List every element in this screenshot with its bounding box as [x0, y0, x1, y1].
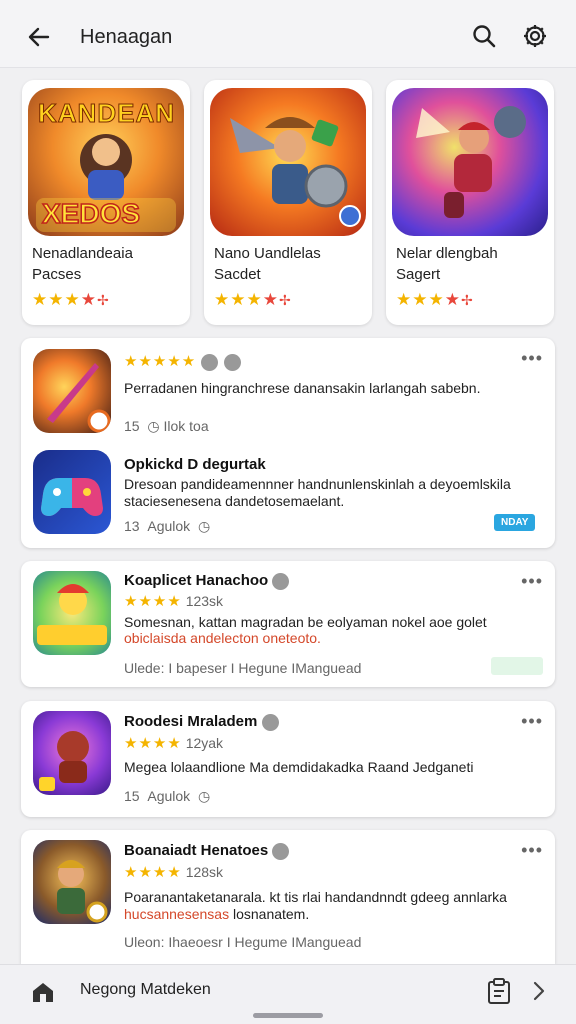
item-meta: Ulede: I bapeser I Hegune IManguead [124, 660, 362, 676]
more-options-icon[interactable]: ••• [521, 571, 543, 592]
game-thumbnail [33, 450, 111, 534]
featured-subtitle: Sacdet [214, 266, 261, 283]
clipboard-icon[interactable] [486, 977, 512, 1005]
clock-icon: ◷ [147, 418, 160, 434]
gear-icon[interactable] [521, 22, 549, 50]
game-thumbnail [33, 711, 111, 795]
more-options-icon[interactable]: ••• [521, 840, 543, 861]
rating-stars: ★★★★★ [124, 352, 241, 371]
item-rating: ★★★★ 12yak [124, 735, 224, 752]
item-description-2: staciesenesena dandetosemaelant. [124, 493, 345, 509]
list-card-2[interactable]: Koaplicet Hanachoo ★★★★ 123sk ••• Somesn… [21, 561, 555, 687]
list-card-3[interactable]: Roodesi Mraladem ★★★★ 12yak ••• Megea lo… [21, 701, 555, 817]
game-thumbnail [33, 349, 111, 433]
status-tag: NDAY [494, 514, 536, 531]
more-options-icon[interactable]: ••• [521, 711, 543, 732]
item-title: Koaplicet Hanachoo [124, 572, 290, 590]
item-meta: 15 ◷ Ilok toa [124, 418, 209, 434]
featured-title: Nenadlandeaia [32, 245, 133, 262]
featured-title: Nano Uandlelas [214, 245, 321, 262]
featured-game-art [210, 88, 366, 236]
back-arrow-icon[interactable] [24, 22, 54, 52]
featured-game-art [392, 88, 548, 236]
verified-badge-icon [261, 713, 279, 731]
verified-badge-icon [201, 353, 219, 371]
item-description: Somesnan, kattan magradan be eolyaman no… [124, 614, 487, 630]
item-description: Dresoan pandideamennner handnunlenskinla… [124, 476, 511, 492]
game-thumbnail [33, 571, 111, 655]
featured-card-1[interactable]: KANDEAN XEDOS Nenadlandeaia Pacses ★★★★✢ [22, 80, 190, 325]
item-description-2: hucsannesensas losnanatem. [124, 906, 310, 922]
verified-badge-icon [272, 842, 290, 860]
chevron-right-icon[interactable] [528, 977, 550, 1005]
status-pill [491, 657, 543, 675]
item-meta: 13 Agulok ◷ [124, 518, 211, 534]
verified-badge-icon [272, 572, 290, 590]
item-meta: Uleon: Ihaeoesr I Hegume IManguead [124, 934, 362, 950]
timer-icon: ◷ [197, 518, 211, 534]
featured-card-2[interactable]: Nano Uandlelas Sacdet ★★★★✢ [204, 80, 372, 325]
featured-rating-stars: ★★★★✢ [32, 290, 110, 309]
featured-game-art: KANDEAN XEDOS [28, 88, 184, 236]
art-title-text: KANDEAN [38, 98, 175, 129]
item-title: Opkickd D degurtak [124, 456, 266, 473]
featured-subtitle: Pacses [32, 266, 82, 283]
game-thumbnail [33, 840, 111, 924]
item-rating: ★★★★ 123sk [124, 593, 224, 610]
gesture-home-indicator[interactable] [253, 1013, 323, 1018]
featured-card-3[interactable]: Nelar dlengbah Sagert ★★★★✢ [386, 80, 554, 325]
verified-badge-icon [223, 353, 241, 371]
timer-icon: ◷ [197, 788, 211, 804]
featured-subtitle: Sagert [396, 266, 441, 283]
search-icon[interactable] [470, 22, 498, 50]
art-subtitle-text: XEDOS [41, 197, 141, 230]
item-title: Roodesi Mraladem [124, 713, 279, 731]
page-title: Henaagan [80, 26, 173, 48]
featured-title: Nelar dlengbah [396, 245, 498, 262]
featured-rating-stars: ★★★★✢ [396, 290, 474, 309]
app-bar: Henaagan [0, 0, 576, 68]
item-title: Boanaiadt Henatoes [124, 842, 290, 860]
list-card-4[interactable]: Boanaiadt Henatoes ★★★★ 128sk ••• Poaran… [21, 830, 555, 964]
item-description: Poaranantaketanarala. kt tis rlai handan… [124, 889, 507, 905]
item-rating: ★★★★ 128sk [124, 864, 224, 881]
item-highlight-text: obiclaisda andelecton oneteoto. [124, 630, 321, 646]
list-card-1[interactable]: ★★★★★ ••• Perradanen hingranchrese danan… [21, 338, 555, 548]
item-description: Megea lolaandlione Ma demdidakadka Raand… [124, 759, 474, 775]
home-icon[interactable] [30, 979, 56, 1005]
item-description: Perradanen hingranchrese danansakin larl… [124, 380, 481, 396]
featured-rating-stars: ★★★★✢ [214, 290, 292, 309]
more-options-icon[interactable]: ••• [521, 348, 543, 369]
item-meta: 15 Agulok ◷ [124, 788, 211, 804]
bottom-bar-label[interactable]: Negong Matdeken [80, 981, 211, 999]
